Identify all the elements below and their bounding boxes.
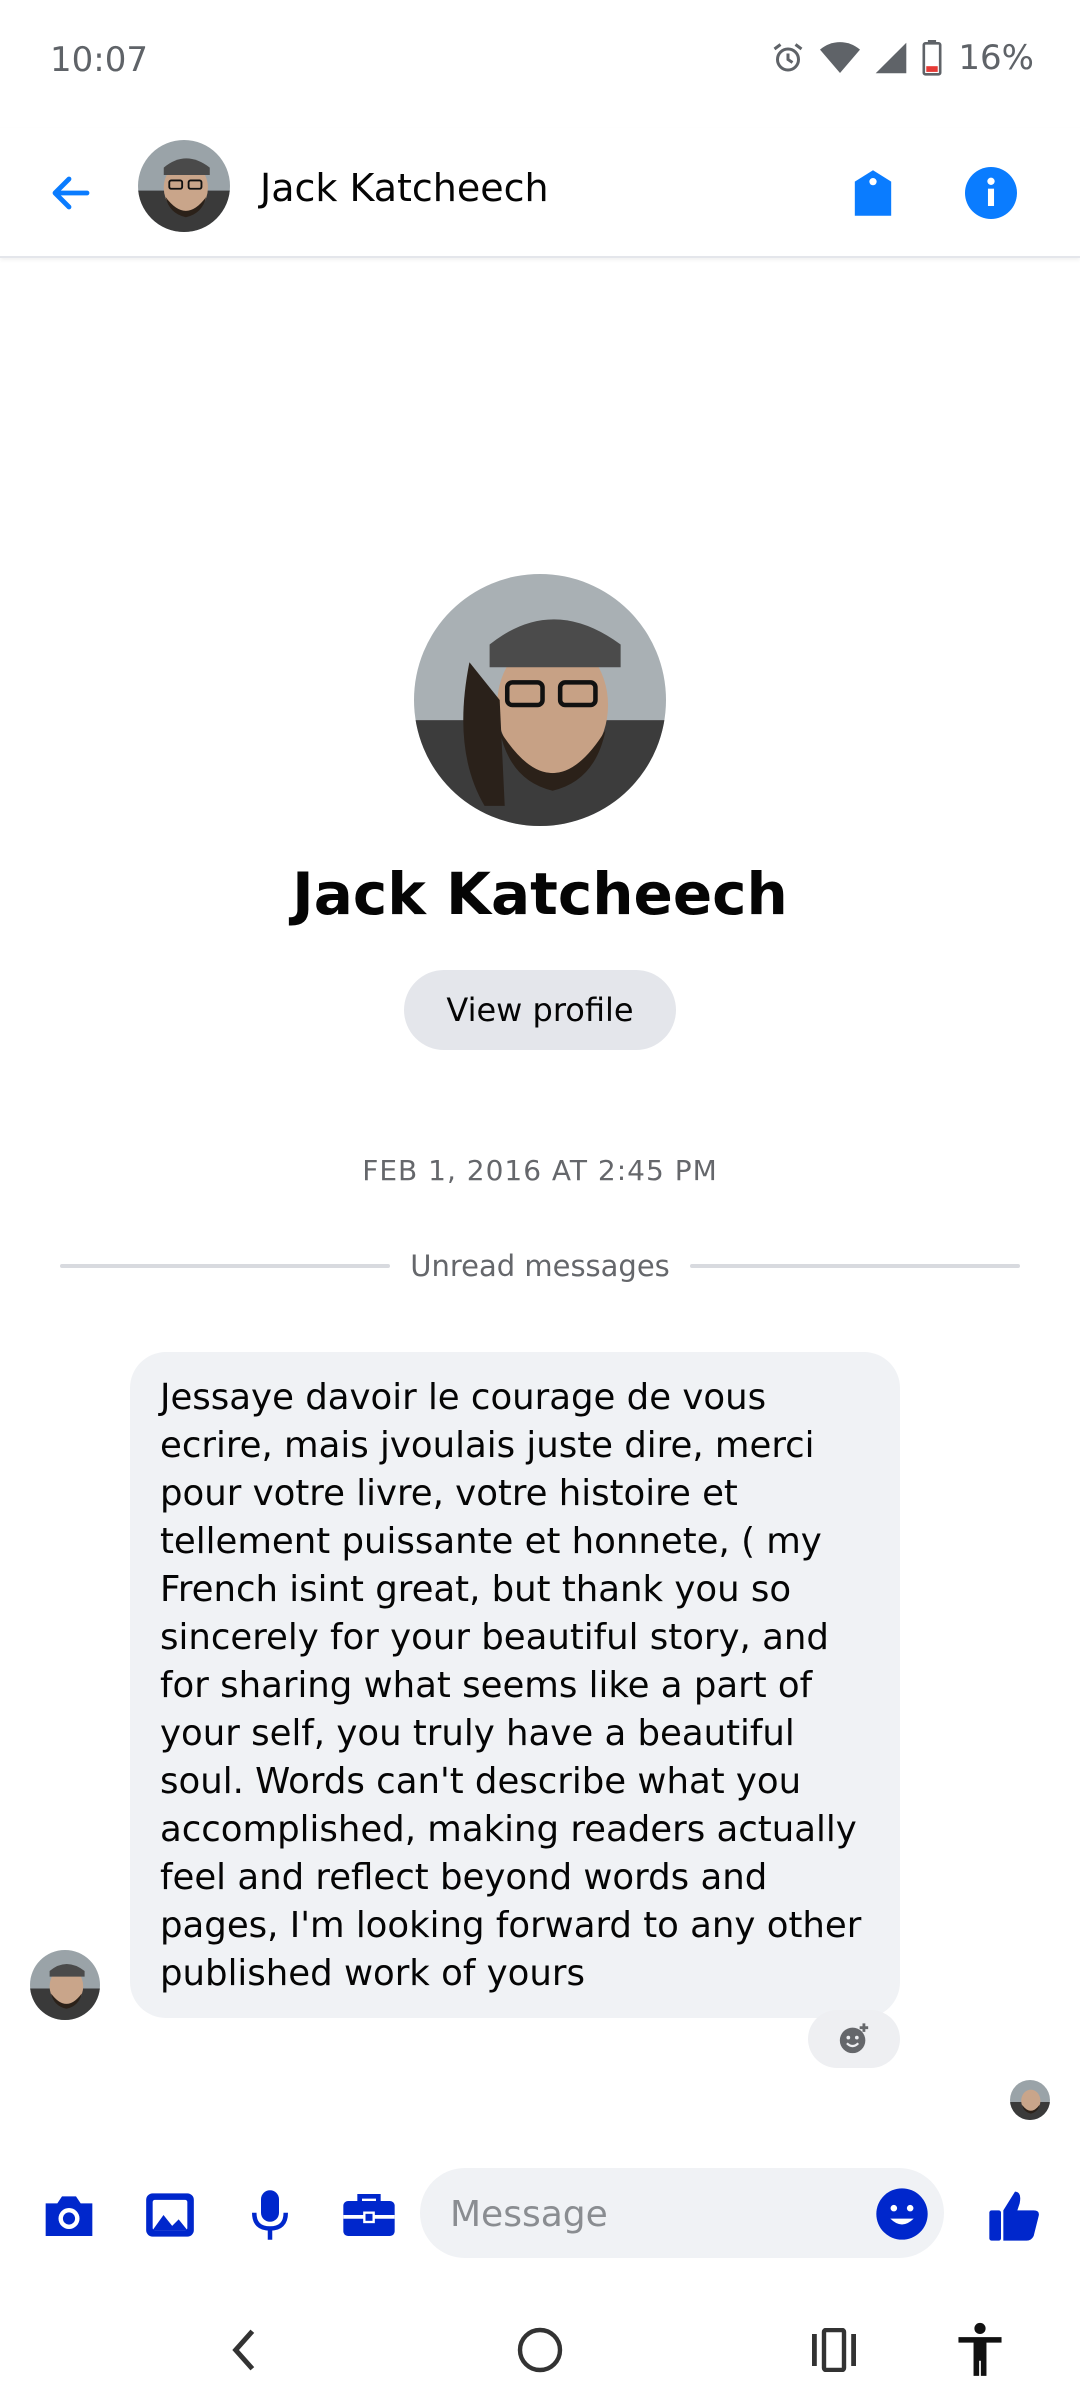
message-bubble[interactable]: Jessaye davoir le courage de vous ecrire…	[130, 1352, 900, 2018]
add-reaction-icon	[839, 2023, 869, 2054]
microphone-icon	[252, 2190, 288, 2240]
info-button[interactable]	[956, 158, 1026, 228]
wifi-icon	[820, 40, 861, 76]
view-profile-button[interactable]: View profile	[404, 970, 676, 1050]
status-icons: 16%	[770, 38, 1034, 78]
emoji-button[interactable]	[874, 2186, 930, 2242]
unread-label: Unread messages	[410, 1249, 670, 1283]
message-timestamp: FEB 1, 2016 AT 2:45 PM	[362, 1154, 718, 1187]
system-nav-bar	[0, 2290, 1080, 2400]
conversation-header: Jack Katcheech	[0, 128, 1080, 258]
sender-avatar[interactable]	[30, 1950, 100, 2020]
nav-home-button[interactable]	[500, 2310, 580, 2390]
alarm-icon	[770, 40, 806, 76]
read-receipt-avatar	[1010, 2080, 1050, 2120]
status-bar: 10:07 16%	[0, 0, 1080, 128]
briefcase-icon	[343, 2194, 395, 2236]
nav-accessibility-button[interactable]	[940, 2310, 1020, 2390]
battery-percentage: 16%	[958, 38, 1034, 78]
recents-icon	[812, 2328, 856, 2372]
profile-avatar	[414, 574, 666, 826]
camera-button[interactable]	[34, 2180, 104, 2250]
react-button[interactable]	[808, 2010, 900, 2068]
message-input[interactable]	[448, 2168, 852, 2260]
info-icon	[965, 167, 1017, 219]
nav-back-button[interactable]	[204, 2310, 284, 2390]
header-avatar[interactable]	[138, 140, 230, 232]
camera-icon	[45, 2196, 93, 2236]
message-composer	[0, 2158, 1080, 2268]
arrow-left-icon	[52, 176, 90, 210]
thumbs-up-icon	[989, 2191, 1039, 2241]
briefcase-button[interactable]	[334, 2180, 404, 2250]
image-icon	[146, 2193, 194, 2237]
back-button[interactable]	[36, 158, 106, 228]
divider-line	[60, 1264, 391, 1268]
tag-button[interactable]	[838, 158, 908, 228]
message-input-container	[420, 2168, 944, 2260]
accessibility-icon	[958, 2322, 1002, 2376]
chevron-left-icon	[232, 2329, 255, 2371]
nav-recents-button[interactable]	[794, 2310, 874, 2390]
gallery-button[interactable]	[135, 2180, 205, 2250]
contact-name[interactable]: Jack Katcheech	[260, 166, 549, 210]
profile-name: Jack Katcheech	[292, 860, 788, 928]
unread-divider: Unread messages	[60, 1246, 1021, 1286]
status-time: 10:07	[50, 40, 148, 80]
home-circle-icon	[517, 2327, 563, 2373]
voice-button[interactable]	[235, 2180, 305, 2250]
battery-low-icon	[922, 40, 942, 76]
tag-icon	[854, 170, 892, 216]
divider-line	[689, 1264, 1021, 1268]
like-button[interactable]	[980, 2180, 1050, 2250]
emoji-icon	[876, 2188, 928, 2240]
signal-icon	[874, 41, 908, 75]
